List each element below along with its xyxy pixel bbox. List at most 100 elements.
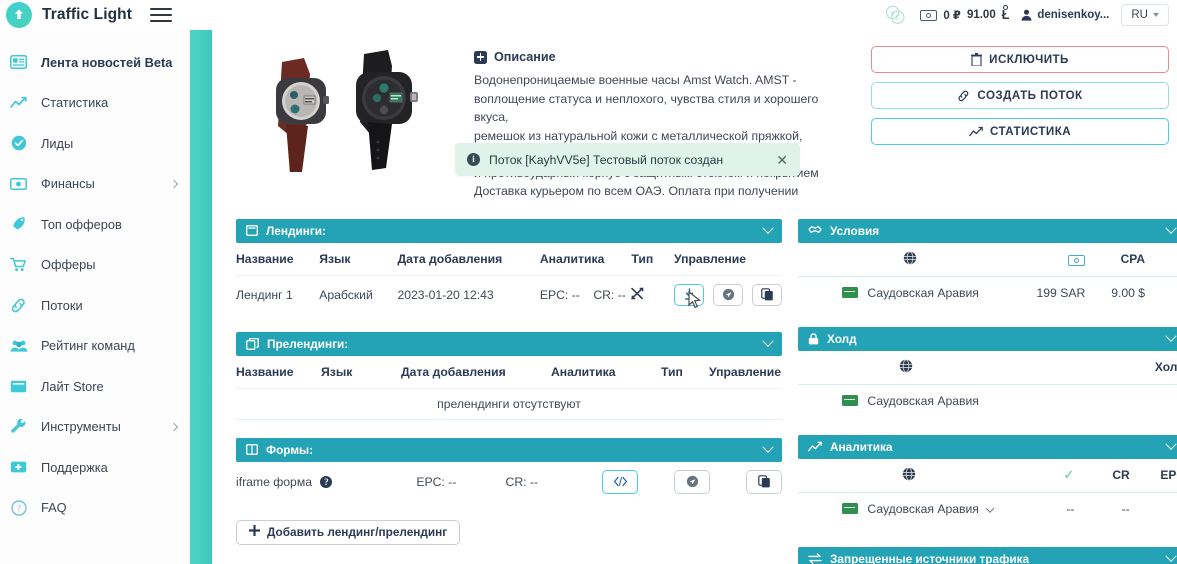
brand[interactable]: Traffic Light xyxy=(0,2,132,28)
conditions-panel: Условия CPA Саудовская Аравия 199 SAR 9.… xyxy=(798,218,1177,309)
banned-sources-panel-header[interactable]: Запрещенные источники трафика xyxy=(798,546,1177,564)
check-circle-icon xyxy=(9,134,28,153)
table-header-row: Название Язык Дата добавления Аналитика … xyxy=(236,356,782,389)
sidebar-item-team-rating[interactable]: Рейтинг команд xyxy=(0,326,189,367)
description-line: Доставка курьером по всем ОАЭ. Оплата пр… xyxy=(474,184,799,198)
sidebar-item-light-store[interactable]: Лайт Store xyxy=(0,366,189,407)
chevron-down-icon[interactable] xyxy=(762,441,774,453)
sidebar-item-label: Лиды xyxy=(41,135,74,151)
table-row: Лендинг 1 Арабский 2023-01-20 12:43 EPC:… xyxy=(236,274,782,314)
user-menu[interactable]: denisenkoy... xyxy=(1021,9,1109,21)
sidebar-item-flows[interactable]: Потоки xyxy=(0,285,189,326)
landings-panel-title: Лендинги: xyxy=(266,223,326,238)
forms-panel-header[interactable]: Формы: xyxy=(236,437,782,462)
chevron-down-icon[interactable] xyxy=(1165,330,1177,342)
prelandings-panel-title: Прелендинги: xyxy=(267,336,349,351)
handshake-icon xyxy=(808,225,822,236)
col-date: Дата добавления xyxy=(397,251,503,266)
download-icon[interactable] xyxy=(674,283,704,308)
close-icon[interactable]: ✕ xyxy=(776,153,788,167)
analytics-table: ✓ CR EPC Саудовская Аравия xyxy=(798,459,1177,525)
main-content: Описание Водонепроницаемые военные часы … xyxy=(212,30,1177,564)
col-hold: Холд xyxy=(1154,360,1177,374)
chevron-right-icon xyxy=(169,422,179,431)
col-lira: Ł xyxy=(1145,243,1177,277)
send-icon[interactable] xyxy=(674,469,710,494)
analytics-panel-header[interactable]: Аналитика xyxy=(798,434,1177,459)
chart-line-icon xyxy=(9,93,28,112)
right-column: Условия CPA Саудовская Аравия 199 SAR 9.… xyxy=(798,218,1177,564)
question-icon[interactable]: ? xyxy=(320,475,333,488)
sidebar-item-finance[interactable]: Финансы xyxy=(0,164,189,205)
user-icon xyxy=(1021,9,1032,21)
landings-panel-header[interactable]: Лендинги: xyxy=(236,218,782,243)
chevron-down-icon[interactable] xyxy=(1165,438,1177,450)
chevron-down-icon[interactable] xyxy=(762,222,774,234)
plus-box-icon xyxy=(474,50,487,64)
chevron-down-icon[interactable] xyxy=(986,503,995,513)
chevron-down-icon[interactable] xyxy=(1165,550,1177,562)
statistics-button-label: СТАТИСТИКА xyxy=(989,125,1072,138)
hold-panel-header[interactable]: Холд xyxy=(798,326,1177,351)
description-body: Водонепроницаемые военные часы Amst Watc… xyxy=(474,71,846,201)
copy-icon[interactable] xyxy=(752,283,782,306)
chevron-down-icon[interactable] xyxy=(762,335,774,347)
sidebar-item-label: Инструменты xyxy=(41,419,121,435)
form-name-cell: iframe форма ? xyxy=(236,462,416,502)
code-icon[interactable] xyxy=(602,469,638,494)
check-icon: ✓ xyxy=(1063,467,1075,482)
landing-date: 2023-01-20 12:43 xyxy=(397,274,540,314)
sidebar-item-statistics[interactable]: Статистика xyxy=(0,83,189,124)
sidebar-item-faq[interactable]: ? FAQ xyxy=(0,488,189,529)
table-header-row: Название Язык Дата добавления Аналитика … xyxy=(236,243,782,276)
sidebar-item-news-feed[interactable]: Лента новостей Beta xyxy=(0,42,189,83)
chevron-down-icon[interactable] xyxy=(1165,222,1177,234)
sidebar-item-support[interactable]: Поддержка xyxy=(0,447,189,488)
analytics-approve: -- xyxy=(1019,491,1075,525)
send-icon[interactable] xyxy=(713,283,743,306)
sidebar-item-top-offers[interactable]: Топ офферов xyxy=(0,204,189,245)
add-landing-button[interactable]: Добавить лендинг/прелендинг xyxy=(236,519,461,545)
prelandings-panel: Прелендинги: Название Язык Дата добавлен… xyxy=(236,331,782,420)
globe-icon xyxy=(902,466,916,484)
hamburger-icon[interactable] xyxy=(150,6,172,24)
sidebar-item-offers[interactable]: Офферы xyxy=(0,245,189,286)
language-selector[interactable]: RU xyxy=(1121,4,1169,26)
toast-message: Поток [KayhVV5e] Тестовый поток создан xyxy=(489,152,724,167)
landing-name: Лендинг 1 xyxy=(236,274,320,314)
create-flow-button[interactable]: СОЗДАТЬ ПОТОК xyxy=(871,82,1169,109)
col-price xyxy=(1021,243,1086,277)
chevron-right-icon xyxy=(169,179,179,188)
landing-cr: CR: -- xyxy=(593,287,626,302)
conditions-table: CPA Ł Саудовская Аравия xyxy=(798,243,1177,309)
globe-icon xyxy=(899,358,913,376)
cart-icon xyxy=(9,255,28,274)
svg-text:C: C xyxy=(896,15,901,22)
exclude-button[interactable]: ИСКЛЮЧИТЬ xyxy=(871,46,1169,73)
banned-sources-panel-title: Запрещенные источники трафика xyxy=(830,551,1030,564)
lock-icon xyxy=(808,332,819,345)
lira-symbol-icon: Ł xyxy=(1001,5,1010,22)
sidebar-item-tools[interactable]: Инструменты xyxy=(0,407,189,448)
prelandings-empty-text: прелендинги отсутствуют xyxy=(236,387,782,420)
statistics-button[interactable]: СТАТИСТИКА xyxy=(871,118,1169,145)
table-header-row: ✓ CR EPC xyxy=(798,459,1177,493)
analytics-geo[interactable]: Саудовская Аравия xyxy=(798,491,1020,525)
exclude-button-label: ИСКЛЮЧИТЬ xyxy=(989,53,1069,66)
col-epc: EPC xyxy=(1160,468,1177,482)
col-language: Язык xyxy=(321,364,353,379)
prelandings-panel-header[interactable]: Прелендинги: xyxy=(236,331,782,356)
add-landing-button-label: Добавить лендинг/прелендинг xyxy=(267,525,448,539)
sidebar-item-leads[interactable]: Лиды xyxy=(0,123,189,164)
conditions-panel-header[interactable]: Условия xyxy=(798,218,1177,243)
sidebar-item-label: Лайт Store xyxy=(41,378,104,394)
col-cpa: CPA xyxy=(1120,252,1146,266)
condition-lira: 1 xyxy=(1145,275,1177,309)
prelandings-table: Название Язык Дата добавления Аналитика … xyxy=(236,356,782,420)
add-landing-row: Добавить лендинг/прелендинг xyxy=(236,519,782,545)
landing-epc: EPC: -- xyxy=(539,287,580,302)
table-header-row: Холд xyxy=(798,351,1177,385)
copy-icon[interactable] xyxy=(746,469,782,494)
exchange-icon xyxy=(808,553,822,564)
language-value: RU xyxy=(1131,9,1148,21)
